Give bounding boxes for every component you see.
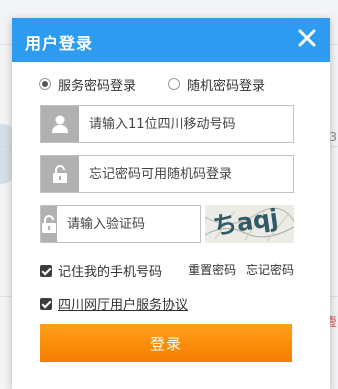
user-icon: [41, 106, 79, 142]
dialog-header: 用户登录: [12, 18, 330, 62]
lock-icon: [41, 206, 57, 242]
lock-icon: [41, 156, 79, 192]
password-input[interactable]: [79, 156, 293, 192]
remember-checkbox[interactable]: [40, 264, 52, 277]
radio-button[interactable]: [39, 78, 51, 90]
captcha-field: [40, 205, 237, 243]
phone-input[interactable]: [79, 106, 293, 142]
remember-row: 记住我的手机号码: [40, 261, 162, 280]
remember-label: 记住我的手机号码: [58, 265, 163, 280]
agreement-row: 四川网厅用户服务协议: [40, 294, 188, 313]
captcha-image[interactable]: ちaqj: [205, 205, 294, 243]
radio-random-password[interactable]: 随机密码登录: [168, 74, 265, 94]
login-button[interactable]: 登录: [40, 324, 292, 362]
phone-field: [40, 105, 294, 143]
password-field: [40, 155, 294, 193]
login-mode-group: 服务密码登录 随机密码登录: [39, 74, 310, 94]
agreement-link[interactable]: 四川网厅用户服务协议: [58, 294, 188, 313]
radio-button[interactable]: [168, 78, 181, 90]
login-dialog: 用户登录 服务密码登录 随机密码登录 请输入11位四川移动号码 请输入验证码 ち…: [12, 18, 330, 389]
agreement-checkbox[interactable]: [40, 297, 52, 310]
radio-label: 服务密码登录: [58, 78, 137, 94]
close-button[interactable]: [296, 27, 318, 49]
dialog-title: 用户登录: [25, 34, 94, 53]
forgot-password-link[interactable]: 忘记密码: [246, 263, 294, 277]
radio-service-password[interactable]: 服务密码登录: [39, 74, 136, 94]
account-links: 重置密码 忘记密码: [188, 261, 294, 278]
close-icon: [298, 29, 316, 47]
reset-password-link[interactable]: 重置密码: [188, 263, 236, 277]
radio-label: 随机密码登录: [187, 78, 266, 94]
